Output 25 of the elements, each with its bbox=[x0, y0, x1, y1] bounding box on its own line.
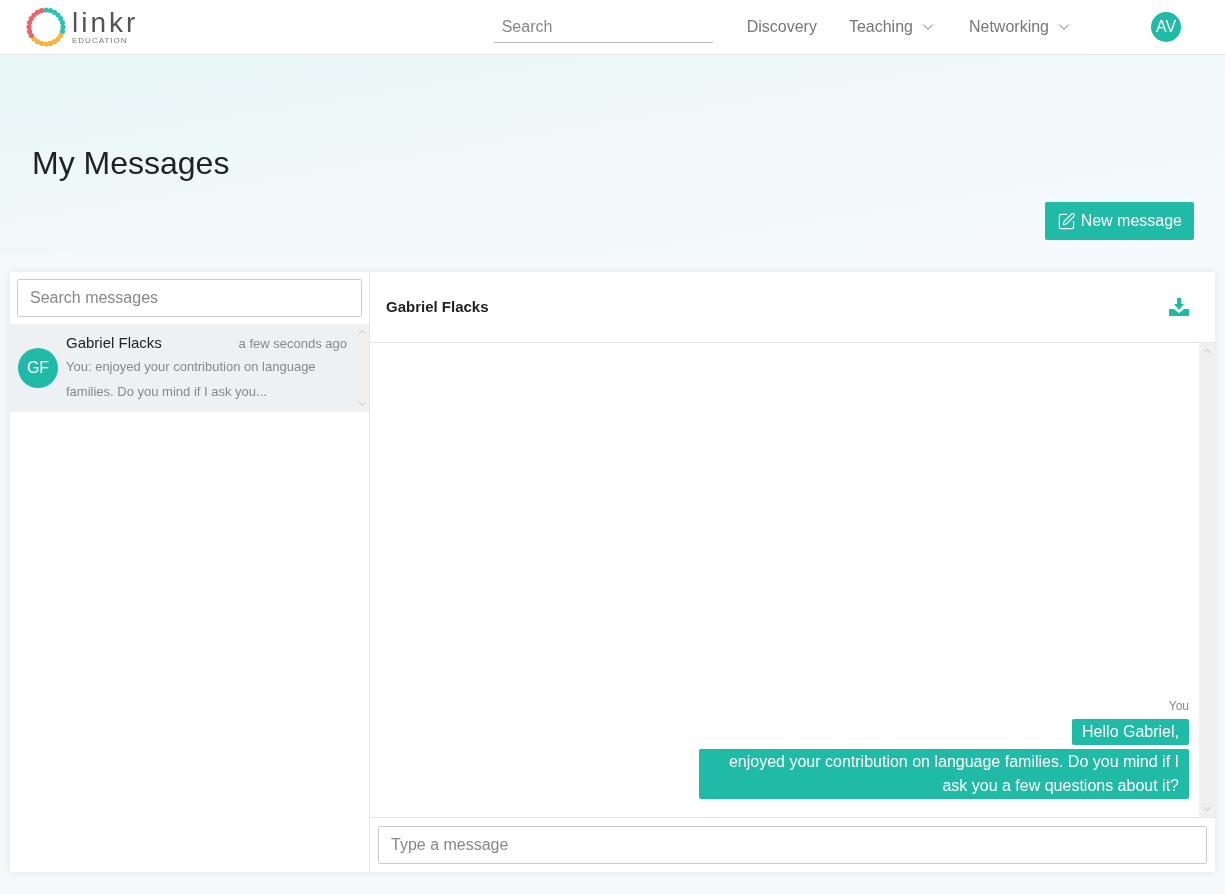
download-icon[interactable] bbox=[1169, 298, 1189, 316]
message-preview: You: enjoyed your contribution on language families. Do you mind if I ask you... bbox=[66, 358, 317, 402]
user-avatar[interactable]: AV bbox=[1151, 12, 1181, 42]
message-time: a few seconds ago bbox=[238, 334, 347, 353]
page-title: My Messages bbox=[32, 144, 231, 183]
edit-icon bbox=[1056, 211, 1076, 231]
nav-link[interactable]: Teaching bbox=[848, 15, 937, 39]
search-messages-field[interactable]: Search messages bbox=[17, 279, 362, 317]
sender-label: You bbox=[1168, 698, 1189, 715]
nav-link[interactable]: Discovery bbox=[746, 15, 817, 39]
message-bubble: enjoyed your contribution on language families. Do you mind if I ask you a few questions about it? bbox=[699, 749, 1189, 799]
contact-avatar: GF bbox=[18, 348, 58, 388]
nav-link[interactable]: Networking bbox=[968, 15, 1073, 39]
new-message-button[interactable]: New message bbox=[1044, 202, 1194, 240]
logo-wordmark: linkr bbox=[72, 9, 139, 37]
contact-name: Gabriel Flacks bbox=[66, 332, 162, 353]
message-bubble: Hello Gabriel, bbox=[1072, 719, 1189, 745]
search-field[interactable]: Search bbox=[493, 11, 713, 43]
chat-title: Gabriel Flacks bbox=[386, 296, 489, 317]
conversation-item[interactable]: GF Gabriel Flacks a few seconds ago You: enjoyed your contribution on language families. Do you mind if I ask you... bbox=[10, 324, 355, 412]
scrollbar[interactable] bbox=[1199, 343, 1215, 817]
scrollbar[interactable] bbox=[355, 324, 369, 412]
message-input-field[interactable]: Type a message bbox=[378, 826, 1207, 864]
logo-tagline: EDUCATION bbox=[72, 37, 129, 45]
logo-ring-icon bbox=[24, 5, 68, 49]
